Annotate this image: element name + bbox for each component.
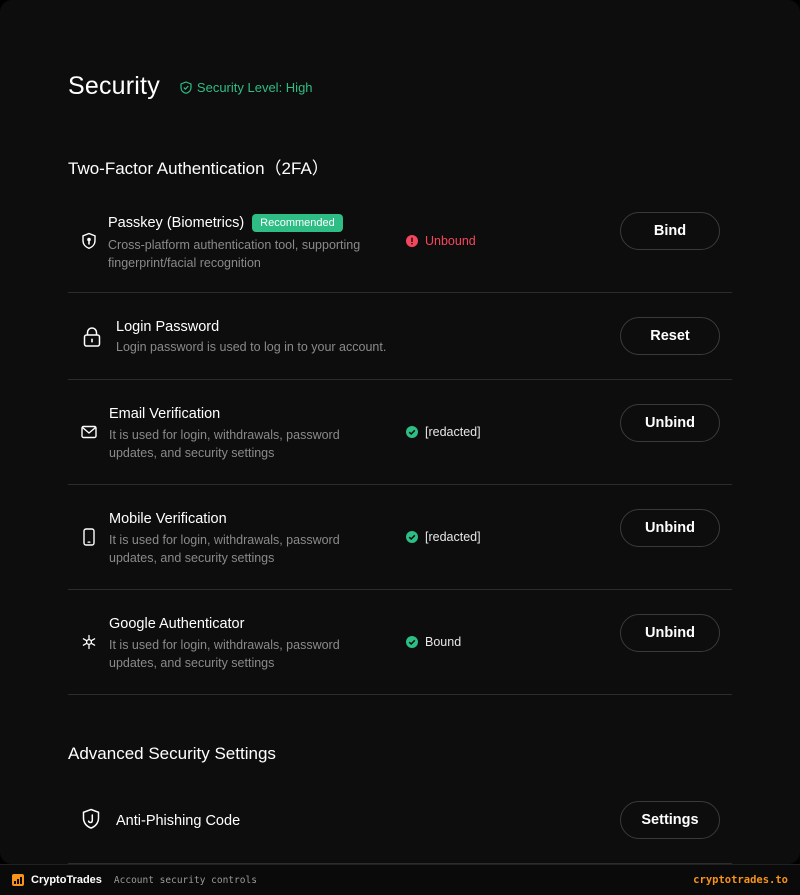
check-icon [406,636,418,648]
unbind-authenticator-button[interactable]: Unbind [620,614,720,652]
login-password-text: Login Password Login password is used to… [116,319,386,356]
google-authenticator-text: Google Authenticator It is used for logi… [109,616,340,672]
passkey-row: Passkey (Biometrics) Recommended Cross-p… [68,196,732,293]
email-verification-description: It is used for login, withdrawals, passw… [109,426,340,462]
email-verification-title: Email Verification [109,406,221,422]
brand-url-link[interactable]: cryptotrades.to [693,874,788,886]
google-authenticator-description: It is used for login, withdrawals, passw… [109,636,340,672]
mobile-desc-line1: It is used for login, withdrawals, passw… [109,533,340,547]
passkey-status-text: Unbound [425,234,476,248]
page-title: Security [68,72,160,100]
email-verification-text: Email Verification It is used for login,… [109,406,340,462]
email-status-text: [redacted] [425,425,481,439]
anti-phishing-text: Anti-Phishing Code [116,812,240,830]
google-authenticator-title: Google Authenticator [109,616,245,632]
mobile-icon [80,527,98,547]
lock-icon [82,326,102,348]
authenticator-status: Bound [406,635,461,649]
security-level-indicator: Security Level: High [180,80,313,95]
login-password-row: Login Password Login password is used to… [68,293,732,380]
unbind-email-button[interactable]: Unbind [620,404,720,442]
security-page: Security Security Level: High Two-Factor… [0,0,800,864]
login-password-title: Login Password [116,319,220,335]
anti-phishing-title: Anti-Phishing Code [116,813,241,829]
page-header: Security Security Level: High [68,72,313,101]
authenticator-status-text: Bound [425,635,462,649]
email-status: [redacted] [406,425,481,439]
bar-chart-logo-icon [12,874,24,886]
authenticator-desc-line1: It is used for login, withdrawals, passw… [109,638,340,652]
shield-check-icon [180,81,192,94]
mobile-verification-title: Mobile Verification [109,511,227,527]
passkey-text: Passkey (Biometrics) Recommended Cross-p… [108,214,360,272]
mobile-status-text: [redacted] [425,530,481,544]
passkey-description: Cross-platform authentication tool, supp… [108,236,360,272]
email-verification-row: Email Verification It is used for login,… [68,380,732,485]
anti-phishing-settings-button[interactable]: Settings [620,801,720,839]
passkey-desc-line2: fingerprint/facial recognition [108,256,261,270]
anti-phishing-row: Anti-Phishing Code Settings [68,780,732,864]
mobile-desc-line2: updates, and security settings [109,551,275,565]
check-icon [406,531,418,543]
security-level-text: Security Level: High [196,80,313,95]
footer-subtitle: Account security controls [113,874,257,886]
unbind-mobile-button[interactable]: Unbind [620,509,720,547]
authenticator-icon [80,632,98,652]
authenticator-desc-line2: updates, and security settings [109,656,275,670]
brand-name: CryptoTrades [31,874,102,886]
mobile-verification-text: Mobile Verification It is used for login… [109,511,340,567]
check-icon [406,426,418,438]
google-authenticator-row: Google Authenticator It is used for logi… [68,590,732,695]
reset-password-button[interactable]: Reset [620,317,720,355]
passkey-status: Unbound [406,234,476,248]
mail-icon [80,422,98,442]
passkey-desc-line1: Cross-platform authentication tool, supp… [108,238,361,252]
login-password-description: Login password is used to log in to your… [116,340,387,354]
passkey-shield-icon [80,231,98,251]
email-desc-line2: updates, and security settings [109,446,275,460]
mobile-status: [redacted] [406,530,481,544]
mobile-verification-row: Mobile Verification It is used for login… [68,485,732,590]
anti-phishing-shield-icon [81,808,101,830]
email-desc-line1: It is used for login, withdrawals, passw… [109,428,340,442]
twofa-section-title: Two-Factor Authentication（2FA） [68,159,329,178]
advanced-section-title: Advanced Security Settings [68,744,276,763]
mobile-verification-description: It is used for login, withdrawals, passw… [109,531,340,567]
footer-bar: CryptoTrades Account security controls c… [0,864,800,895]
error-icon [406,235,418,247]
bind-passkey-button[interactable]: Bind [620,212,720,250]
passkey-title: Passkey (Biometrics) [108,215,245,231]
recommended-badge: Recommended [252,214,343,232]
